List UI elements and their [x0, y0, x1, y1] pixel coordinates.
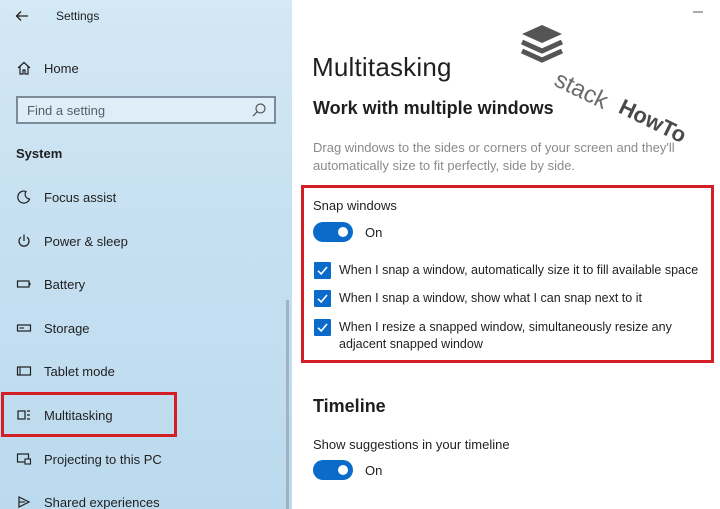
- toggle-knob: [338, 465, 348, 475]
- sidebar-item-label: Power & sleep: [44, 233, 128, 249]
- snap-option-row[interactable]: When I snap a window, automatically size…: [314, 262, 709, 279]
- sidebar-item-label: Shared experiences: [44, 494, 160, 509]
- sidebar-item-power-sleep[interactable]: Power & sleep: [14, 230, 128, 252]
- minimize-button[interactable]: [688, 2, 708, 22]
- snap-option-label: When I snap a window, show what I can sn…: [339, 291, 642, 305]
- page-title: Multitasking: [312, 52, 452, 82]
- snap-windows-toggle-state: On: [365, 225, 383, 240]
- search-input[interactable]: [18, 98, 246, 122]
- sidebar-item-label: Tablet mode: [44, 363, 115, 379]
- snap-option-checkbox[interactable]: [314, 290, 331, 307]
- sidebar-item-storage[interactable]: Storage: [14, 317, 90, 339]
- search-box[interactable]: [16, 96, 276, 124]
- sidebar-item-battery[interactable]: Battery: [14, 273, 85, 295]
- timeline-suggestions-label: Show suggestions in your timeline: [313, 437, 510, 452]
- snap-option-checkbox[interactable]: [314, 262, 331, 279]
- projecting-icon: [14, 449, 34, 469]
- section-heading: Work with multiple windows: [313, 98, 554, 118]
- sidebar-item-label: Focus assist: [44, 189, 117, 205]
- sidebar-item-projecting[interactable]: Projecting to this PC: [14, 448, 162, 470]
- sidebar: Settings Home System Focus assist Power …: [0, 0, 292, 509]
- battery-icon: [14, 274, 34, 294]
- timeline-suggestions-toggle[interactable]: [313, 460, 353, 480]
- home-icon: [14, 58, 34, 78]
- power-icon: [14, 231, 34, 251]
- snap-option-label: When I snap a window, automatically size…: [339, 263, 699, 277]
- snap-option-label: When I resize a snapped window, simultan…: [339, 320, 672, 351]
- back-arrow-icon: [15, 11, 28, 21]
- snap-option-checkbox[interactable]: [314, 319, 331, 336]
- minimize-icon: [693, 11, 703, 13]
- tablet-mode-icon: [14, 361, 34, 381]
- app-title: Settings: [56, 9, 100, 23]
- back-button[interactable]: [10, 6, 34, 26]
- snap-option-row[interactable]: When I resize a snapped window, simultan…: [314, 319, 684, 353]
- timeline-heading: Timeline: [313, 396, 386, 416]
- toggle-knob: [338, 227, 348, 237]
- sidebar-scrollbar[interactable]: [286, 300, 289, 509]
- sidebar-item-tablet-mode[interactable]: Tablet mode: [14, 360, 115, 382]
- snap-option-row[interactable]: When I snap a window, show what I can sn…: [314, 290, 709, 307]
- sidebar-item-focus-assist[interactable]: Focus assist: [14, 186, 116, 208]
- checkmark-icon: [317, 294, 328, 304]
- sidebar-item-label: Battery: [44, 276, 86, 292]
- title-bar: Settings: [0, 0, 292, 32]
- checkmark-icon: [317, 266, 328, 276]
- shared-experiences-icon: [14, 492, 34, 509]
- snap-windows-toggle[interactable]: [313, 222, 353, 242]
- multitasking-highlight-annotation: [1, 392, 177, 437]
- timeline-toggle-state: On: [365, 463, 383, 478]
- sidebar-item-shared-experiences[interactable]: Shared experiences: [14, 491, 160, 509]
- sidebar-item-label: Projecting to this PC: [44, 451, 162, 467]
- section-label-system: System: [16, 146, 63, 161]
- sidebar-item-label: Storage: [44, 320, 90, 336]
- checkmark-icon: [317, 323, 328, 333]
- nav-home[interactable]: Home: [14, 58, 79, 78]
- nav-home-label: Home: [44, 60, 79, 76]
- storage-icon: [14, 318, 34, 338]
- moon-icon: [14, 187, 34, 207]
- search-icon[interactable]: [250, 101, 268, 119]
- snap-windows-label: Snap windows: [313, 198, 397, 213]
- main-content: Multitasking Work with multiple windows …: [292, 0, 720, 509]
- section-description: Drag windows to the sides or corners of …: [313, 140, 675, 173]
